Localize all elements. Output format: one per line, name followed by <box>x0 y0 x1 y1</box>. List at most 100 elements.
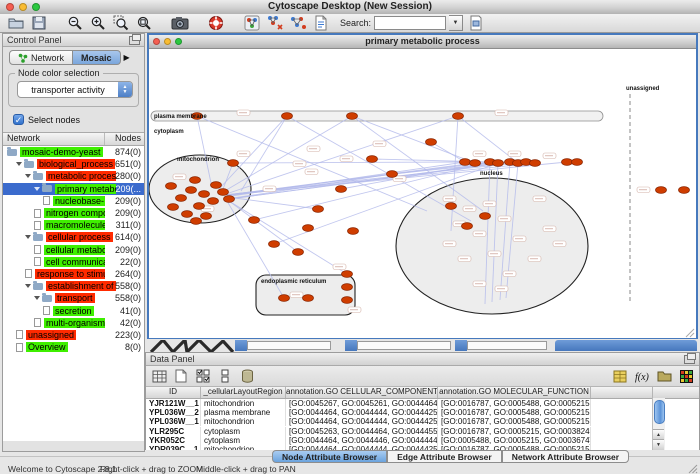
tree-row[interactable]: cellular metabo209(0) <box>3 244 144 256</box>
network-node[interactable] <box>679 187 690 194</box>
network-edge[interactable] <box>219 116 287 189</box>
zoom-out-icon[interactable] <box>65 15 85 32</box>
tree-row[interactable]: response to stimulu264(0) <box>3 268 144 280</box>
column-header[interactable]: annotation.GO CELLULAR_COMPONENT <box>286 387 438 398</box>
column-header[interactable]: _cellularLayoutRegion <box>201 387 286 398</box>
network-node[interactable] <box>228 160 239 167</box>
float-panel-icon[interactable] <box>129 36 140 45</box>
network-node[interactable] <box>211 182 222 189</box>
network-node[interactable] <box>218 189 229 196</box>
tree-row[interactable]: cellular process614(0) <box>3 231 144 243</box>
import-attributes-icon[interactable] <box>611 368 629 384</box>
network-node[interactable] <box>199 191 210 198</box>
network-node[interactable] <box>426 139 437 146</box>
tree-col-nodes[interactable]: Nodes <box>105 133 144 145</box>
background-window-corner[interactable] <box>455 340 467 351</box>
background-window-fragment[interactable] <box>357 341 451 350</box>
table-row[interactable]: YJR121W__1mitochondrion[GO:0045267, GO:0… <box>146 399 699 408</box>
network-node[interactable] <box>166 183 177 190</box>
background-window-fragment[interactable] <box>247 341 331 350</box>
network-node[interactable] <box>279 295 290 302</box>
network-node[interactable] <box>182 211 193 218</box>
network-node[interactable] <box>336 186 347 193</box>
column-header[interactable]: annotation.GO MOLECULAR_FUNCTION <box>438 387 591 398</box>
column-header[interactable] <box>591 387 653 398</box>
tab-mosaic[interactable]: Mosaic <box>73 50 121 65</box>
tree-row[interactable]: secretion41(0) <box>3 304 144 316</box>
column-header[interactable]: ID <box>146 387 201 398</box>
save-session-icon[interactable] <box>29 15 49 32</box>
network-node[interactable] <box>572 159 583 166</box>
zoom-in-icon[interactable] <box>88 15 108 32</box>
search-dropdown-arrow[interactable]: ▼ <box>449 15 463 31</box>
network-node[interactable] <box>194 203 205 210</box>
network-node[interactable] <box>656 187 667 194</box>
network-node[interactable] <box>348 228 359 235</box>
background-window-titlebar[interactable] <box>555 340 697 351</box>
unselect-attributes-icon[interactable] <box>216 368 234 384</box>
network-node[interactable] <box>282 113 293 120</box>
network-window-titlebar[interactable]: primary metabolic process <box>149 35 696 49</box>
scrollbar-thumb[interactable] <box>654 400 665 424</box>
tree-col-network[interactable]: Network <box>3 133 105 145</box>
tree-row[interactable]: establishment of lo558(0) <box>3 280 144 292</box>
network-node[interactable] <box>342 271 353 278</box>
tree-row[interactable]: macromolecule311(0) <box>3 219 144 231</box>
network-node[interactable] <box>190 177 201 184</box>
search-input[interactable] <box>374 16 446 30</box>
float-panel-icon[interactable] <box>684 355 695 364</box>
network-node[interactable] <box>191 218 202 225</box>
background-window-corner[interactable] <box>235 340 247 351</box>
network-node[interactable] <box>367 156 378 163</box>
network-node[interactable] <box>347 113 358 120</box>
open-attribute-file-icon[interactable] <box>655 368 673 384</box>
tree-row[interactable]: transport558(0) <box>3 292 144 304</box>
network-node[interactable] <box>462 223 473 230</box>
network-node[interactable] <box>293 249 304 256</box>
network-node[interactable] <box>313 206 324 213</box>
function-builder-icon[interactable]: f(x) <box>633 368 651 384</box>
background-window-fragment[interactable] <box>467 341 547 350</box>
heatmap-icon[interactable] <box>677 368 695 384</box>
network-node[interactable] <box>342 297 353 304</box>
snapshot-icon[interactable] <box>170 15 190 32</box>
network-node[interactable] <box>176 195 187 202</box>
expander-icon[interactable] <box>34 187 40 191</box>
network-edge[interactable] <box>229 201 298 252</box>
tab-network-attribute-browser[interactable]: Network Attribute Browser <box>502 450 629 463</box>
network-canvas[interactable]: plasma membranecytoplasmmitochondrionnuc… <box>149 49 696 338</box>
scroll-down-arrow[interactable]: ▼ <box>653 439 664 450</box>
node-color-dropdown[interactable]: transporter activity ▲▼ <box>17 81 133 98</box>
attribute-table-icon[interactable] <box>150 368 168 384</box>
expander-icon[interactable] <box>25 284 31 288</box>
more-tabs-arrow[interactable]: ▶ <box>124 53 130 62</box>
new-attribute-icon[interactable] <box>172 368 190 384</box>
network-node[interactable] <box>562 159 573 166</box>
table-row[interactable]: YPL036W__2plasma membrane[GO:0044464, GO… <box>146 408 699 417</box>
network-node[interactable] <box>342 284 353 291</box>
network-node[interactable] <box>453 113 464 120</box>
network-node[interactable] <box>168 204 179 211</box>
network-node[interactable] <box>201 213 212 220</box>
expander-icon[interactable] <box>25 235 31 239</box>
zoom-selected-region-icon[interactable] <box>111 15 131 32</box>
tab-edge-attribute-browser[interactable]: Edge Attribute Browser <box>387 450 502 463</box>
network-node[interactable] <box>224 196 235 203</box>
tab-node-attribute-browser[interactable]: Node Attribute Browser <box>272 450 387 463</box>
tree-row[interactable]: biological_process651(0) <box>3 158 144 170</box>
network-edge[interactable] <box>233 162 465 163</box>
tree-row[interactable]: metabolic process280(0) <box>3 170 144 182</box>
background-window-corner[interactable] <box>345 340 357 351</box>
help-icon[interactable] <box>206 15 226 32</box>
tree-row[interactable]: cell communicat22(0) <box>3 256 144 268</box>
network-node[interactable] <box>269 241 280 248</box>
tree-row[interactable]: multi-organism pro42(0) <box>3 317 144 329</box>
tab-network[interactable]: Network <box>9 50 73 65</box>
tree-row[interactable]: mosaic-demo-yeast874(0) <box>3 146 144 158</box>
create-network-view-icon[interactable] <box>242 15 262 32</box>
table-row[interactable]: YKR052Ccytoplasm[GO:0044464, GO:0044446,… <box>146 436 699 445</box>
network-node[interactable] <box>480 213 491 220</box>
open-file-icon[interactable] <box>6 15 26 32</box>
network-edge[interactable] <box>431 142 465 162</box>
apply-layout-icon[interactable] <box>265 15 285 32</box>
